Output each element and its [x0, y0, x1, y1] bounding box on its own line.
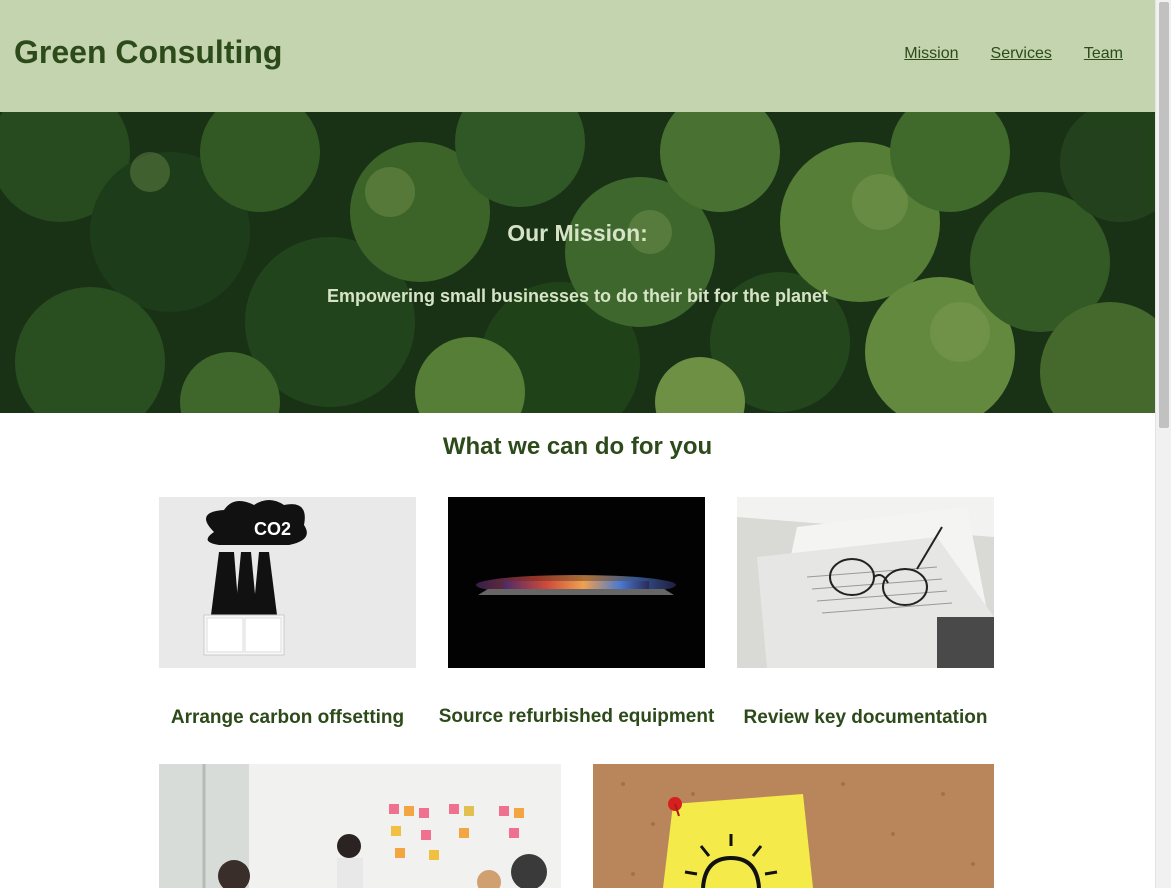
forest-aerial-image: [0, 112, 1155, 413]
page: Green Consulting Mission Services Team O…: [0, 0, 1155, 888]
glasses-documents-image: [737, 497, 994, 668]
service-label-documentation: Review key documentation: [743, 707, 988, 728]
vertical-scrollbar[interactable]: [1155, 0, 1171, 888]
nav-link-team[interactable]: Team: [1084, 45, 1123, 63]
laptop-image: [448, 497, 705, 668]
service-label-equipment: Source refurbished equipment: [438, 706, 715, 727]
service-label-carbon: Arrange carbon offsetting: [170, 707, 405, 728]
corkboard-lightbulb-image: [593, 764, 994, 888]
service-card-documentation: Review key documentation: [737, 497, 994, 728]
nav-link-mission[interactable]: Mission: [904, 45, 958, 63]
co2-factory-image: CO2: [159, 497, 416, 668]
team-meeting-image: [159, 764, 561, 888]
brand-logo[interactable]: Green Consulting: [14, 34, 282, 71]
hero-title: Our Mission:: [507, 220, 648, 246]
services-heading: What we can do for you: [442, 433, 713, 460]
hero-subtitle: Empowering small businesses to do their …: [326, 286, 829, 306]
nav-link-services[interactable]: Services: [991, 45, 1052, 63]
service-card-equipment: Source refurbished equipment: [439, 497, 714, 727]
scrollbar-thumb[interactable]: [1159, 2, 1169, 428]
main-nav: Mission Services Team: [904, 45, 1123, 63]
co2-text: CO2: [254, 519, 291, 539]
service-card-carbon: CO2 Arrange carbon offsetting: [159, 497, 416, 728]
site-header: Green Consulting Mission Services Team: [0, 0, 1155, 112]
mission-hero: Our Mission: Empowering small businesses…: [0, 112, 1155, 413]
